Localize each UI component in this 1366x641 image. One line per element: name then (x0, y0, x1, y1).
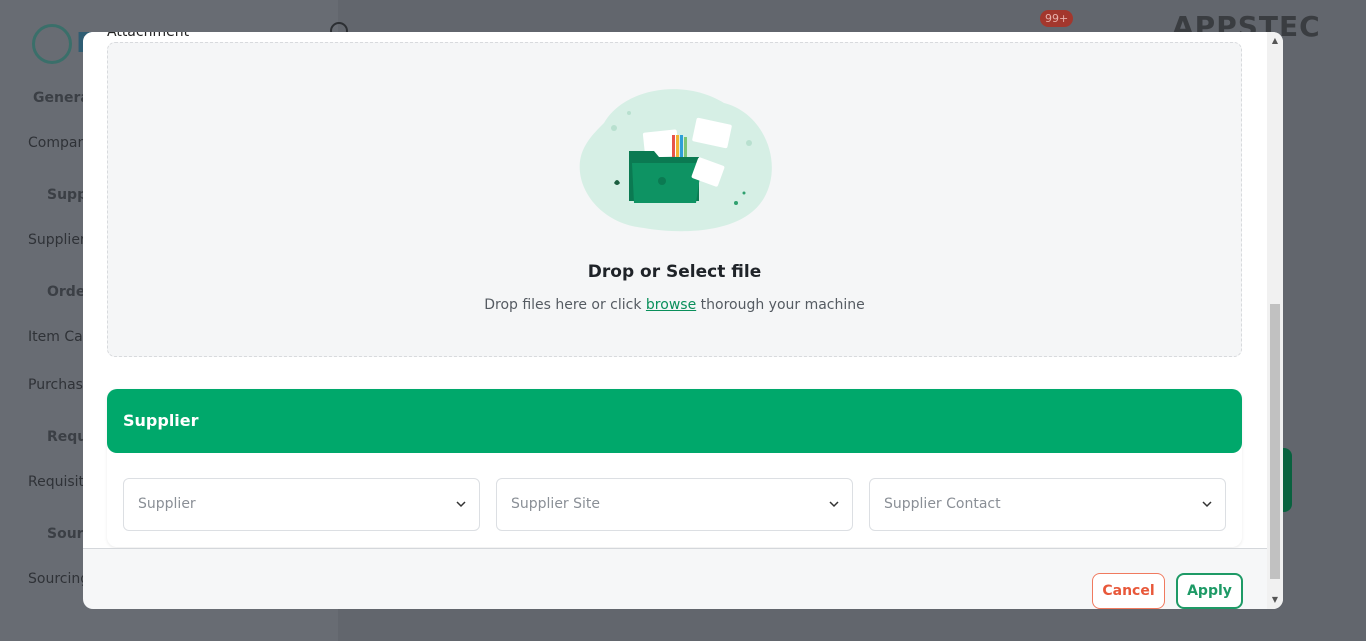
scroll-up-icon[interactable]: ▲ (1271, 37, 1279, 45)
nav-item-sourcing: Sourcing (28, 571, 90, 587)
supplier-section-header: Supplier (107, 389, 1242, 453)
supplier-site-select-placeholder: Supplier Site (511, 496, 601, 512)
nav-item-purchase: Purchas (28, 377, 83, 393)
attachment-label: Attachment (107, 32, 190, 40)
supplier-select-placeholder: Supplier (138, 496, 196, 512)
scrollbar-thumb[interactable] (1270, 304, 1280, 579)
footer-divider (83, 548, 1267, 549)
nav-item-requisition: Requisit (28, 474, 85, 490)
supplier-contact-select[interactable]: Supplier Contact (869, 478, 1226, 531)
supplier-contact-select-placeholder: Supplier Contact (884, 496, 1001, 512)
nav-section-supplier: Supp (47, 187, 88, 203)
nav-item-company: Compan (28, 135, 87, 151)
supplier-site-select[interactable]: Supplier Site (496, 478, 853, 531)
file-dropzone[interactable]: Drop or Select file Drop files here or c… (107, 42, 1242, 357)
dropzone-subtitle-suffix: thorough your machine (696, 297, 865, 313)
supplier-section: Supplier Supplier Supplier Site Supplier… (107, 389, 1242, 547)
nav-section-general: Genera (33, 90, 90, 106)
filter-modal: Attachment Drop or Select file Drop file… (83, 32, 1283, 609)
nav-item-item-catalog: Item Cat (28, 329, 89, 345)
notification-badge: 99+ (1040, 10, 1074, 27)
chevron-down-icon (456, 501, 466, 508)
nav-item-supplier: Supplier (28, 232, 86, 248)
modal-scrollbar[interactable]: ▲ ▼ (1267, 32, 1283, 609)
browse-link[interactable]: browse (646, 297, 696, 313)
apply-button[interactable]: Apply (1176, 573, 1243, 609)
chevron-down-icon (829, 501, 839, 508)
scroll-down-icon[interactable]: ▼ (1271, 596, 1279, 604)
cancel-button[interactable]: Cancel (1092, 573, 1165, 609)
supplier-select[interactable]: Supplier (123, 478, 480, 531)
dropzone-title: Drop or Select file (587, 262, 762, 282)
modal-body: Attachment Drop or Select file Drop file… (83, 32, 1267, 548)
dropzone-subtitle: Drop files here or click browse thorough… (108, 297, 1241, 313)
dropzone-subtitle-prefix: Drop files here or click (484, 297, 646, 313)
chevron-down-icon (1202, 501, 1212, 508)
app-logo-icon (32, 24, 72, 64)
upload-folder-illustration-icon (579, 89, 772, 232)
